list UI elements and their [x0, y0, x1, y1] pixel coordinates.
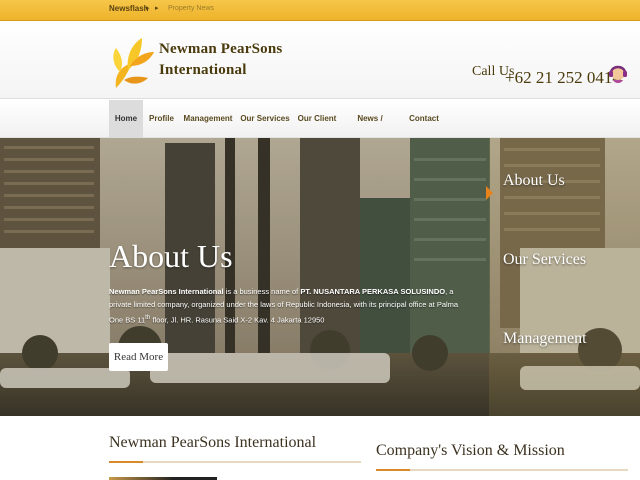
slide-tab-our-services[interactable]: Our Services	[503, 251, 586, 269]
hero-description: Newman PearSons International is a busin…	[109, 285, 469, 327]
nav-item-home[interactable]: Home	[109, 100, 143, 138]
slide-tab-management[interactable]: Management	[503, 330, 587, 348]
section-title-vision-mission: Company's Vision & Mission	[376, 442, 565, 459]
active-slide-arrow-icon	[486, 186, 493, 200]
support-agent-icon	[609, 65, 627, 83]
nav-item-management[interactable]: Management	[182, 100, 234, 138]
hero-text-legal-name: PT. NUSANTARA PERKASA SOLUSINDO	[300, 287, 446, 296]
nav-item-profile[interactable]: Profile	[146, 100, 177, 138]
newsflash-arrow-icon[interactable]: ▸	[155, 4, 159, 12]
newsflash-arrow-icon[interactable]: ▸	[146, 4, 150, 12]
section-divider	[376, 469, 628, 471]
section-title-company: Newman PearSons International	[109, 434, 317, 451]
hero-slider: About Us Our Services Management About U…	[0, 138, 640, 416]
hero-text: is a business name of	[223, 287, 301, 296]
nav-item-contact-us[interactable]: Contact Us	[403, 100, 445, 161]
nav-item-our-services[interactable]: Our Services	[240, 100, 290, 138]
site-header: Newman PearSons International Call Us +6…	[0, 21, 640, 99]
brand-name-line1[interactable]: Newman PearSons	[159, 41, 282, 58]
newsflash-bar: Newsflash ▸ ▸ Property News	[0, 0, 640, 21]
nav-item-our-client[interactable]: Our Client	[297, 100, 337, 138]
hero-text-company: Newman PearSons International	[109, 287, 224, 296]
sunflower-logo-icon[interactable]	[108, 30, 156, 92]
newsflash-item-link[interactable]: Property News	[168, 5, 214, 12]
phone-number: +62 21 252 0414	[505, 68, 621, 87]
brand-name-line2[interactable]: International	[159, 62, 247, 79]
section-divider	[109, 461, 361, 463]
main-nav: Home Profile Management Our Services Our…	[0, 100, 640, 161]
slide-tab-about-us[interactable]: About Us	[503, 172, 565, 190]
hero-title: About Us	[109, 238, 233, 274]
hero-text: floor, Jl. HR. Rasuna Said X-2 Kav. 4 Ja…	[150, 315, 325, 325]
read-more-button[interactable]: Read More	[109, 343, 168, 371]
nav-item-news-article[interactable]: News / Article	[344, 100, 396, 161]
newsflash-label: Newsflash	[109, 4, 149, 13]
